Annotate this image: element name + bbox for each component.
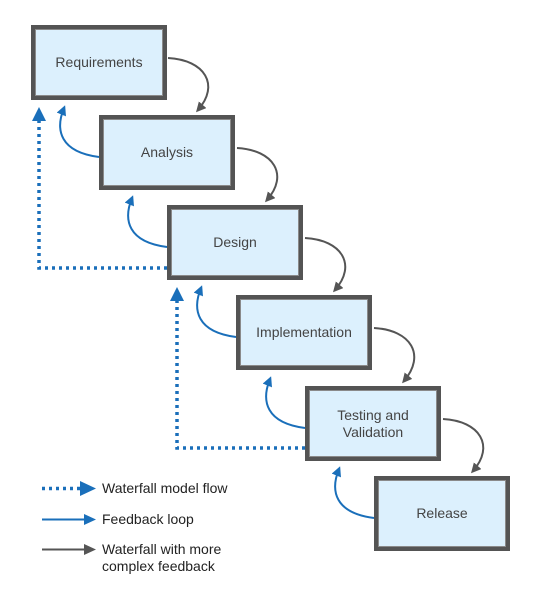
- flow-arrow-implementation-testing: [373, 327, 416, 384]
- flow-arrow-testing-release: [442, 418, 485, 474]
- flow-arrow-design-implementation: [304, 237, 347, 293]
- legend-label: Waterfall with more complex feedback: [102, 541, 222, 574]
- stage-box-requirements: Requirements: [31, 25, 167, 100]
- dotted-arrow-icon: [42, 481, 96, 496]
- feedback-implementation-design: [193, 285, 237, 338]
- stage-label: Testing and Validation: [337, 406, 409, 440]
- stage-box-analysis: Analysis: [99, 115, 235, 190]
- legend-feedback-loop: Feedback loop: [40, 511, 194, 528]
- stage-label: Implementation: [256, 324, 352, 340]
- stage-box-release: Release: [374, 476, 510, 551]
- legend-complex-feedback: Waterfall with more complex feedback: [40, 541, 232, 575]
- blue-arrow-icon: [42, 514, 96, 525]
- stage-box-testing: Testing and Validation: [305, 386, 441, 461]
- flow-arrow-requirements-analysis: [167, 57, 210, 113]
- feedback-analysis-requirements: [56, 105, 100, 158]
- legend-waterfall-flow: Waterfall model flow: [40, 480, 228, 497]
- feedback-testing-implementation: [262, 376, 306, 429]
- legend-label: Waterfall model flow: [102, 480, 228, 496]
- stage-box-implementation: Implementation: [236, 295, 372, 370]
- stage-label: Release: [416, 505, 468, 521]
- flow-arrow-analysis-design: [236, 147, 279, 203]
- stage-label: Analysis: [140, 144, 194, 160]
- gray-arrow-icon: [42, 544, 96, 555]
- stage-label: Requirements: [55, 54, 143, 70]
- feedback-release-testing: [331, 466, 375, 519]
- stage-box-design: Design: [167, 205, 303, 280]
- legend-label: Feedback loop: [102, 511, 194, 527]
- stage-label: Design: [213, 234, 257, 250]
- feedback-design-analysis: [124, 195, 168, 248]
